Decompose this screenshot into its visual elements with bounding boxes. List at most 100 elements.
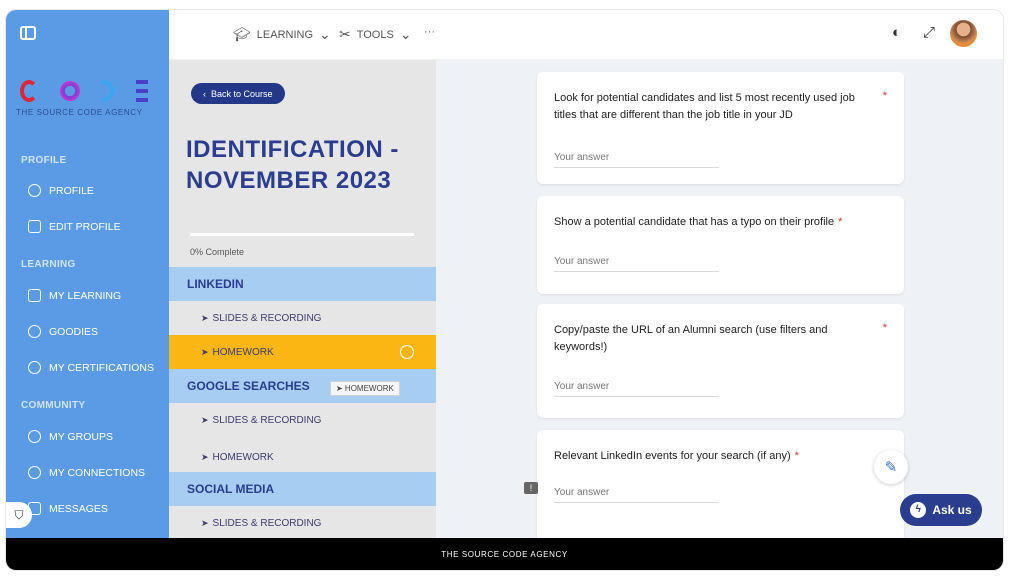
- sidebar-section-learning: LEARNING: [21, 259, 76, 270]
- chevron-left-icon: ‹: [203, 88, 206, 99]
- ask-us-button[interactable]: ϟ Ask us: [900, 494, 982, 526]
- answer-input[interactable]: Your answer: [554, 256, 719, 272]
- app-window: THE SOURCE CODE AGENCY PROFILE PROFILE E…: [6, 10, 1003, 570]
- expand-icon[interactable]: ⤢: [923, 24, 935, 41]
- form-area: Look for potential candidates and list 5…: [436, 60, 1003, 538]
- question-text: Look for potential candidates and list 5…: [554, 92, 855, 121]
- lesson-google-slides[interactable]: ➤ SLIDES & RECORDING: [169, 403, 436, 437]
- certificate-icon: [28, 361, 41, 374]
- logo-letter-o: [60, 81, 80, 101]
- section-header-linkedin[interactable]: LINKEDIN: [169, 267, 436, 301]
- lesson-label: SLIDES & RECORDING: [212, 312, 322, 324]
- lesson-linkedin-slides[interactable]: ➤ SLIDES & RECORDING: [169, 301, 436, 335]
- pencil-icon: [28, 220, 41, 233]
- arrow-right-icon: ➤: [201, 451, 209, 462]
- required-marker: *: [794, 450, 799, 462]
- sidebar-item-label: PROFILE: [49, 184, 94, 197]
- sidebar-item-goodies[interactable]: GOODIES: [28, 325, 98, 338]
- sidebar: THE SOURCE CODE AGENCY PROFILE PROFILE E…: [6, 10, 169, 538]
- sidebar-item-label: MY CERTIFICATIONS: [49, 361, 155, 374]
- lesson-label: HOMEWORK: [212, 346, 274, 358]
- tools-menu[interactable]: ✂ TOOLS ⌄: [339, 26, 412, 43]
- dark-mode-icon[interactable]: ◐: [892, 24, 901, 41]
- progress-label: 0% Complete: [190, 247, 245, 257]
- question-text: Copy/paste the URL of an Alumni search (…: [554, 324, 828, 353]
- arrow-right-icon: ➤: [201, 346, 209, 357]
- logo-letter-e: [136, 80, 148, 102]
- question-card: Copy/paste the URL of an Alumni search (…: [537, 304, 904, 418]
- required-marker: *: [838, 216, 843, 228]
- drag-tooltip: ➤ HOMEWORK: [330, 381, 400, 396]
- shield-icon[interactable]: ⛉: [6, 502, 32, 528]
- sidebar-item-label: MY GROUPS: [49, 430, 113, 443]
- book-icon: [28, 289, 41, 302]
- answer-input[interactable]: Your answer: [554, 152, 719, 168]
- logo-text: THE SOURCE CODE AGENCY: [16, 108, 143, 117]
- gift-icon: [28, 325, 41, 338]
- question-card: Look for potential candidates and list 5…: [537, 72, 904, 184]
- required-marker: *: [882, 322, 887, 334]
- section-header-social-media[interactable]: SOCIAL MEDIA: [169, 472, 436, 506]
- sidebar-item-label: GOODIES: [49, 325, 99, 338]
- comment-icon[interactable]: !: [524, 482, 538, 494]
- top-bar: 🎓︎ LEARNING ⌄ ✂ TOOLS ⌄ ··· ◐ ⤢: [169, 10, 1003, 60]
- arrow-right-icon: ➤: [201, 517, 209, 528]
- lesson-social-slides[interactable]: ➤ SLIDES & RECORDING: [169, 506, 436, 538]
- edit-pencil-icon[interactable]: ✎: [874, 450, 908, 484]
- required-marker: *: [882, 90, 887, 102]
- learning-menu[interactable]: 🎓︎ LEARNING ⌄: [233, 26, 331, 43]
- progress-bar: [190, 233, 414, 236]
- completion-circle-icon[interactable]: [400, 345, 414, 359]
- course-title: IDENTIFICATION - NOVEMBER 2023: [186, 136, 399, 194]
- logo-letter-d: [102, 80, 114, 102]
- question-text: Relevant LinkedIn events for your search…: [554, 450, 791, 462]
- answer-input[interactable]: Your answer: [554, 381, 719, 397]
- more-menu-label: ···: [424, 26, 435, 38]
- more-menu[interactable]: ···: [424, 26, 435, 38]
- lesson-label: SLIDES & RECORDING: [212, 517, 322, 529]
- graduation-cap-icon: 🎓︎: [233, 26, 251, 42]
- connections-icon: [28, 466, 41, 479]
- back-to-course-button[interactable]: ‹ Back to Course: [191, 83, 285, 104]
- tools-icon: ✂: [339, 26, 351, 42]
- ask-us-label: Ask us: [932, 503, 972, 517]
- sidebar-item-my-certifications[interactable]: MY CERTIFICATIONS: [28, 361, 154, 374]
- sidebar-item-my-groups[interactable]: MY GROUPS: [28, 430, 113, 443]
- sidebar-item-edit-profile[interactable]: EDIT PROFILE: [28, 220, 121, 233]
- sidebar-item-my-connections[interactable]: MY CONNECTIONS: [28, 466, 145, 479]
- sidebar-item-label: MY LEARNING: [49, 289, 122, 302]
- user-icon: [28, 184, 41, 197]
- answer-input[interactable]: Your answer: [554, 487, 719, 503]
- footer: THE SOURCE CODE AGENCY: [6, 538, 1003, 570]
- sidebar-section-community: COMMUNITY: [21, 400, 86, 411]
- learning-menu-label: LEARNING: [256, 28, 314, 41]
- question-text: Show a potential candidate that has a ty…: [554, 216, 835, 228]
- arrow-right-icon: ➤: [201, 312, 209, 323]
- sidebar-item-messages[interactable]: MESSAGES: [28, 502, 108, 515]
- question-row: Show a potential candidate that has a ty…: [554, 214, 874, 231]
- messenger-icon: ϟ: [910, 502, 927, 518]
- chevron-down-icon: ⌄: [319, 26, 331, 42]
- sidebar-item-label: EDIT PROFILE: [49, 220, 121, 233]
- sidebar-item-label: MY CONNECTIONS: [49, 466, 146, 479]
- lesson-linkedin-homework[interactable]: ➤ HOMEWORK: [169, 335, 436, 369]
- lesson-label: HOMEWORK: [212, 451, 274, 463]
- back-to-course-label: Back to Course: [211, 88, 273, 99]
- logo: THE SOURCE CODE AGENCY: [16, 80, 161, 130]
- tools-menu-label: TOOLS: [356, 28, 394, 41]
- sidebar-item-profile[interactable]: PROFILE: [28, 184, 94, 197]
- question-card: Show a potential candidate that has a ty…: [537, 196, 904, 294]
- chevron-down-icon: ⌄: [399, 26, 412, 42]
- lesson-google-homework[interactable]: ➤ HOMEWORK: [169, 440, 436, 474]
- avatar[interactable]: [950, 20, 977, 47]
- sidebar-section-profile: PROFILE: [21, 155, 67, 166]
- sidebar-toggle-icon[interactable]: [20, 26, 36, 40]
- sidebar-item-my-learning[interactable]: MY LEARNING: [28, 289, 121, 302]
- lesson-label: SLIDES & RECORDING: [212, 414, 322, 426]
- arrow-right-icon: ➤: [201, 414, 209, 425]
- logo-letter-c: [20, 80, 38, 102]
- sidebar-item-label: MESSAGES: [49, 502, 108, 515]
- course-panel: ‹ Back to Course IDENTIFICATION - NOVEMB…: [169, 60, 436, 538]
- question-card: Relevant LinkedIn events for your search…: [537, 430, 904, 538]
- question-row: Relevant LinkedIn events for your search…: [554, 448, 874, 465]
